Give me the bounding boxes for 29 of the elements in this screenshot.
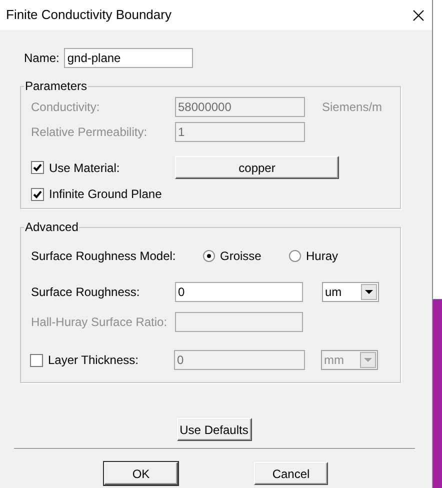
checkbox-label: Infinite Ground Plane bbox=[49, 186, 162, 203]
ok-button[interactable]: OK bbox=[104, 462, 178, 485]
material-button[interactable]: copper bbox=[175, 156, 339, 179]
permeability-label: Relative Permeability: bbox=[31, 125, 148, 139]
surface-ratio-label: Hall-Huray Surface Ratio: bbox=[31, 315, 168, 329]
roughness-label: Surface Roughness: bbox=[31, 285, 140, 299]
text-field[interactable]: gnd-plane bbox=[64, 48, 194, 68]
checkbox[interactable] bbox=[31, 188, 44, 200]
radio-label: Groisse bbox=[220, 248, 262, 265]
cancel-button[interactable]: Cancel bbox=[254, 462, 328, 485]
group-title: Parameters bbox=[24, 79, 88, 93]
dropdown-arrow-icon bbox=[365, 290, 373, 294]
checkbox-label: Layer Thickness: bbox=[48, 352, 138, 369]
name-label: Name: bbox=[24, 50, 60, 67]
dropdown-arrow-icon bbox=[364, 358, 372, 362]
checkbox[interactable] bbox=[31, 161, 44, 174]
use-defaults-button[interactable]: Use Defaults bbox=[176, 418, 252, 441]
checkbox-label: Use Material: bbox=[49, 160, 120, 176]
window-title: Finite Conductivity Boundary bbox=[6, 6, 172, 24]
radio-button[interactable] bbox=[289, 250, 301, 262]
radio-label: Huray bbox=[306, 248, 338, 265]
text-field[interactable]: 0 bbox=[175, 282, 303, 302]
unit-dropdown[interactable]: um bbox=[322, 282, 379, 302]
radio-button[interactable] bbox=[203, 250, 215, 262]
group-title: Advanced bbox=[24, 220, 80, 234]
unit-label: Siemens/m bbox=[322, 99, 382, 116]
close-icon[interactable] bbox=[413, 10, 424, 20]
roughness-model-label: Surface Roughness Model: bbox=[31, 249, 176, 263]
conductivity-label: Conductivity: bbox=[31, 100, 100, 114]
